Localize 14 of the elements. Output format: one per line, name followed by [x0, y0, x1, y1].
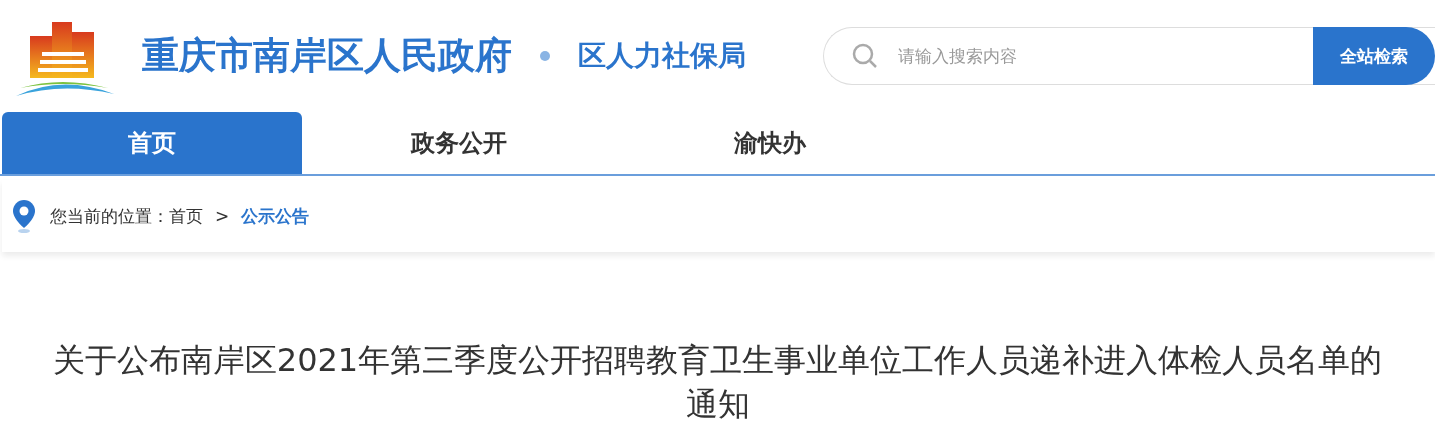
department-name: 区人力社保局	[578, 38, 746, 74]
search-button[interactable]: 全站检索	[1313, 27, 1435, 85]
site-name: 重庆市南岸区人民政府	[142, 33, 512, 79]
article-title: 关于公布南岸区2021年第三季度公开招聘教育卫生事业单位工作人员递补进入体检人员名单的通知	[51, 340, 1384, 425]
breadcrumb-link[interactable]: 公示公告	[241, 204, 310, 228]
separator-dot-icon	[540, 51, 550, 61]
breadcrumb-label: 您当前的位置：	[50, 204, 169, 228]
breadcrumb-link[interactable]: 首页	[169, 204, 203, 228]
nav-tab[interactable]: 渝快办	[680, 112, 860, 174]
nav-tab[interactable]: 首页	[2, 112, 302, 174]
nav-tab[interactable]: 政务公开	[354, 112, 564, 174]
breadcrumb-separator: >	[215, 206, 230, 226]
search-icon	[852, 43, 878, 69]
location-pin-icon	[10, 198, 38, 234]
